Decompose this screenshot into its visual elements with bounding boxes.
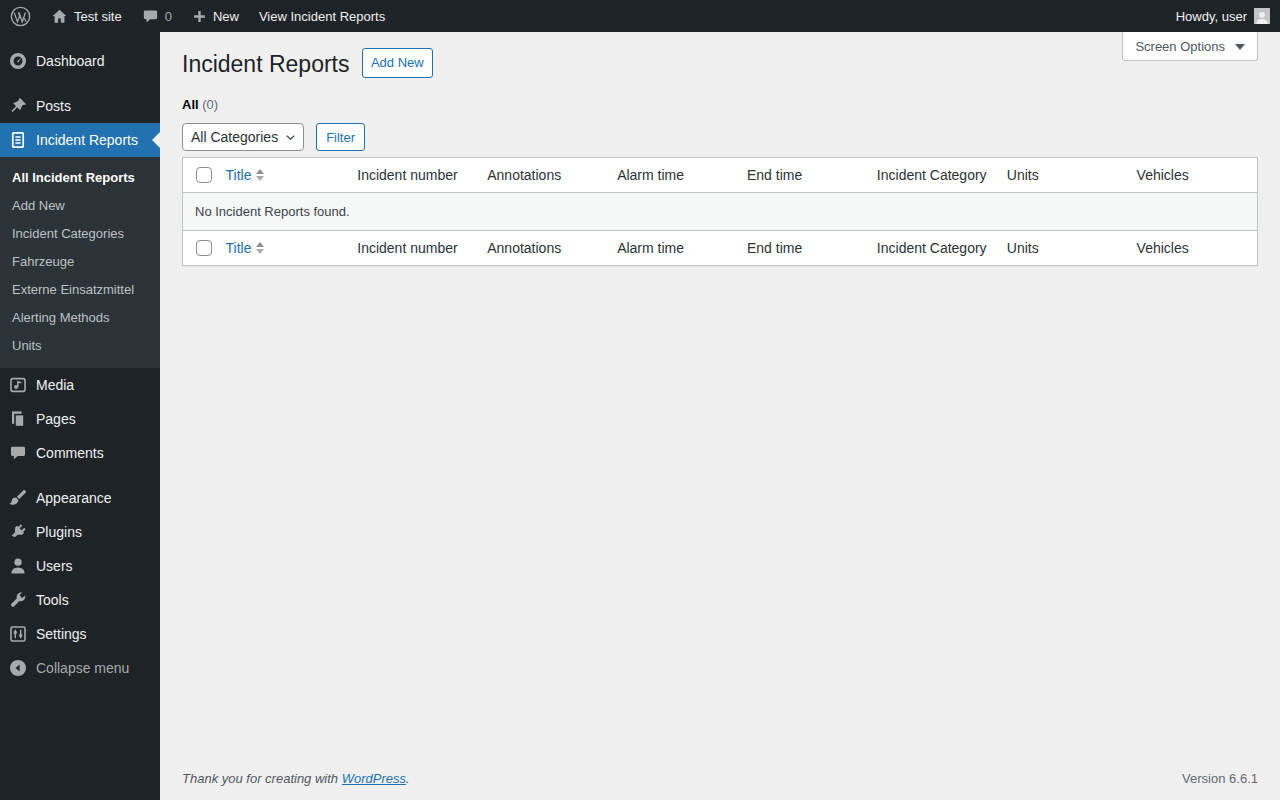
pin-icon xyxy=(0,96,36,116)
column-annotations: Annotations xyxy=(477,158,607,193)
sidebar-item-pages[interactable]: Pages xyxy=(0,402,160,436)
chevron-down-icon xyxy=(285,132,296,143)
column-title-bottom: Title xyxy=(215,231,347,266)
footer-version: Version 6.6.1 xyxy=(1182,771,1258,786)
sort-arrows-icon xyxy=(256,169,264,181)
document-icon xyxy=(0,130,36,150)
comments-menu[interactable]: 0 xyxy=(132,0,182,32)
views-list: All (0) xyxy=(182,97,1260,112)
site-menu[interactable]: Test site xyxy=(41,0,132,32)
avatar xyxy=(1254,8,1270,24)
view-incident-reports-link[interactable]: View Incident Reports xyxy=(249,0,395,32)
collapse-menu-button[interactable]: Collapse menu xyxy=(0,651,160,685)
submenu-incident-categories[interactable]: Incident Categories xyxy=(0,220,160,248)
footer: Thank you for creating with WordPress. V… xyxy=(182,771,1258,786)
view-all-link[interactable]: All xyxy=(182,97,199,112)
chevron-down-icon xyxy=(1235,44,1245,50)
column-end-time: End time xyxy=(737,158,867,193)
comments-count: 0 xyxy=(165,9,172,24)
sidebar-item-plugins[interactable]: Plugins xyxy=(0,515,160,549)
comment-bubble-icon xyxy=(142,8,159,25)
empty-message: No Incident Reports found. xyxy=(183,193,1258,231)
sidebar-item-comments[interactable]: Comments xyxy=(0,436,160,470)
view-all-count: (0) xyxy=(202,97,218,112)
add-new-button[interactable]: Add New xyxy=(362,48,433,78)
settings-icon xyxy=(0,624,36,644)
incident-reports-submenu: All Incident Reports Add New Incident Ca… xyxy=(0,157,160,368)
user-icon xyxy=(0,556,36,576)
column-units-bottom: Units xyxy=(997,231,1127,266)
sidebar-item-incident-reports[interactable]: Incident Reports xyxy=(0,123,160,157)
column-units: Units xyxy=(997,158,1127,193)
comments-icon xyxy=(0,444,36,462)
table-footer-row: Title Incident number Annotations Alarm … xyxy=(183,231,1258,266)
sidebar-item-appearance[interactable]: Appearance xyxy=(0,481,160,515)
table-nav: All Categories Filter xyxy=(182,123,1260,151)
wrench-icon xyxy=(0,590,36,610)
pages-icon xyxy=(0,409,36,429)
media-icon xyxy=(0,375,36,395)
plus-icon xyxy=(192,9,207,24)
sort-arrows-icon xyxy=(256,242,264,254)
new-label: New xyxy=(213,9,239,24)
category-filter-select[interactable]: All Categories xyxy=(182,123,304,151)
column-incident-category-bottom: Incident Category xyxy=(867,231,997,266)
filter-button[interactable]: Filter xyxy=(316,123,365,151)
dashboard-icon xyxy=(0,51,36,71)
site-name: Test site xyxy=(74,9,122,24)
main-content: Screen Options Incident Reports Add New … xyxy=(160,32,1280,800)
column-vehicles-bottom: Vehicles xyxy=(1127,231,1258,266)
collapse-icon xyxy=(0,658,36,678)
plugin-icon xyxy=(0,522,36,542)
brush-icon xyxy=(0,488,36,508)
howdy-text: Howdy, user xyxy=(1176,9,1247,24)
column-vehicles: Vehicles xyxy=(1127,158,1258,193)
new-menu[interactable]: New xyxy=(182,0,249,32)
column-incident-category: Incident Category xyxy=(867,158,997,193)
column-incident-number-bottom: Incident number xyxy=(347,231,477,266)
select-all-checkbox-bottom[interactable] xyxy=(196,240,212,256)
sidebar-item-dashboard[interactable]: Dashboard xyxy=(0,44,160,78)
submenu-all-incident-reports[interactable]: All Incident Reports xyxy=(0,164,160,192)
no-items-row: No Incident Reports found. xyxy=(183,193,1258,231)
sidebar-item-users[interactable]: Users xyxy=(0,549,160,583)
column-incident-number: Incident number xyxy=(347,158,477,193)
incident-reports-table: Title Incident number Annotations Alarm … xyxy=(182,157,1258,266)
column-title: Title xyxy=(215,158,347,193)
column-end-time-bottom: End time xyxy=(737,231,867,266)
admin-bar: Test site 0 New View Incident Reports Ho… xyxy=(0,0,1280,32)
page-title: Incident Reports xyxy=(182,51,349,77)
sort-title-link[interactable]: Title xyxy=(225,166,264,184)
column-alarm-time: Alarm time xyxy=(607,158,737,193)
submenu-add-new[interactable]: Add New xyxy=(0,192,160,220)
submenu-units[interactable]: Units xyxy=(0,332,160,360)
home-icon xyxy=(51,8,68,25)
admin-sidebar: Dashboard Posts Incident Reports All Inc… xyxy=(0,32,160,800)
submenu-fahrzeuge[interactable]: Fahrzeuge xyxy=(0,248,160,276)
sidebar-item-posts[interactable]: Posts xyxy=(0,89,160,123)
screen-options-button[interactable]: Screen Options xyxy=(1122,32,1258,61)
my-account-menu[interactable]: Howdy, user xyxy=(1166,0,1280,32)
submenu-alerting-methods[interactable]: Alerting Methods xyxy=(0,304,160,332)
sidebar-item-media[interactable]: Media xyxy=(0,368,160,402)
wordpress-link[interactable]: WordPress xyxy=(342,771,406,786)
column-annotations-bottom: Annotations xyxy=(477,231,607,266)
wordpress-logo-icon xyxy=(10,6,31,27)
column-alarm-time-bottom: Alarm time xyxy=(607,231,737,266)
footer-thanks: Thank you for creating with WordPress. xyxy=(182,771,410,786)
submenu-externe-einsatzmittel[interactable]: Externe Einsatzmittel xyxy=(0,276,160,304)
wordpress-logo-menu[interactable] xyxy=(0,0,41,32)
sort-title-link-bottom[interactable]: Title xyxy=(225,239,264,257)
select-all-checkbox[interactable] xyxy=(196,167,212,183)
sidebar-item-tools[interactable]: Tools xyxy=(0,583,160,617)
sidebar-item-settings[interactable]: Settings xyxy=(0,617,160,651)
table-header-row: Title Incident number Annotations Alarm … xyxy=(183,158,1258,193)
